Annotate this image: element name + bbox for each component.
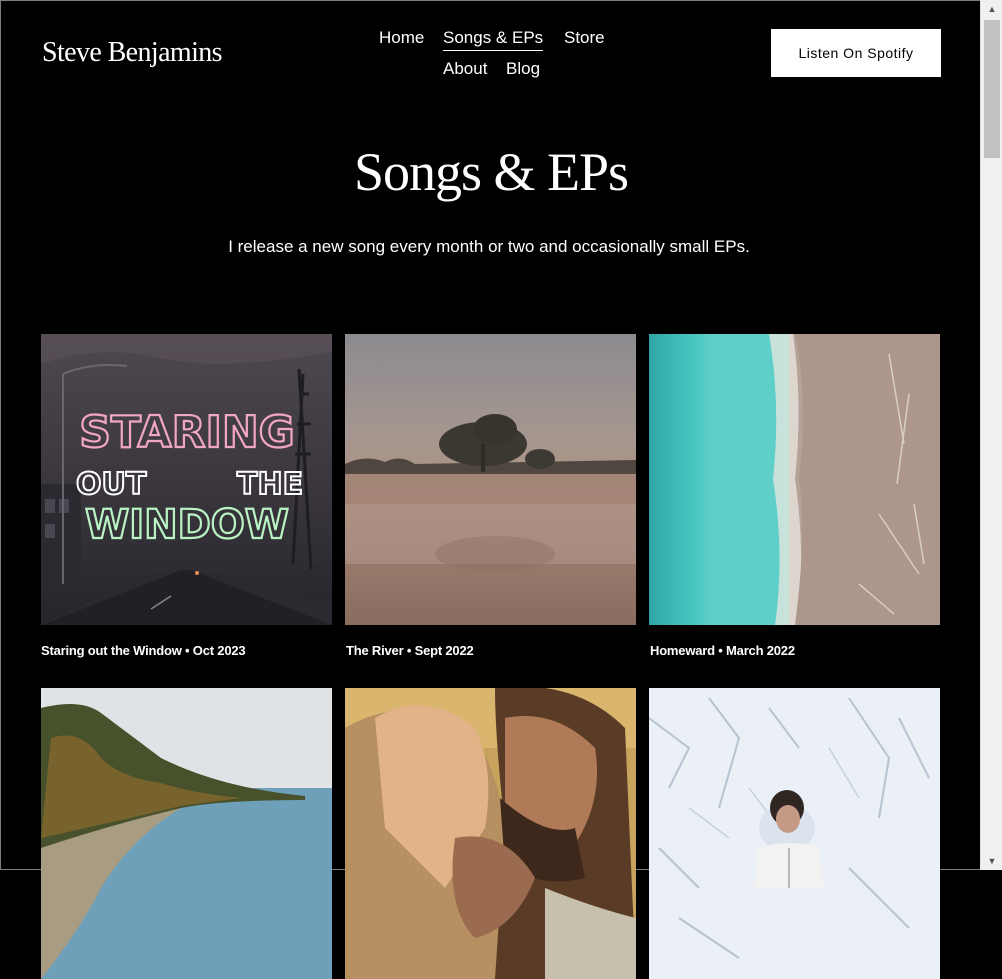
kiss-cover: [345, 688, 636, 979]
homeward-cover: [649, 334, 940, 625]
page-frame: Steve Benjamins Home Songs & EPs Store A…: [0, 0, 980, 979]
nav-item-about[interactable]: About: [443, 58, 487, 80]
release-card-lakeshore[interactable]: [41, 688, 332, 979]
triangle-up-icon[interactable]: ▲: [981, 0, 1002, 18]
release-caption[interactable]: Homeward • March 2022: [650, 643, 795, 658]
cover-text-window: WINDOW: [85, 502, 289, 548]
release-caption[interactable]: Staring out the Window • Oct 2023: [41, 643, 246, 658]
page-subtitle: I release a new song every month or two …: [228, 237, 750, 256]
page-title: Songs & EPs: [353, 142, 629, 202]
release-caption[interactable]: The River • Sept 2022: [346, 643, 474, 658]
scrollbar-thumb[interactable]: [984, 20, 1000, 158]
release-card-snow[interactable]: [649, 688, 940, 979]
triangle-down-icon[interactable]: ▼: [981, 852, 1002, 870]
release-card-staring-out-the-window[interactable]: STARING OUT THE WINDOW: [41, 334, 332, 625]
nav-item-store[interactable]: Store: [564, 27, 605, 49]
release-card-homeward[interactable]: [649, 334, 940, 625]
nav-item-blog[interactable]: Blog: [506, 58, 540, 80]
snow-cover: [649, 688, 940, 979]
release-card-the-river[interactable]: [345, 334, 636, 625]
listen-on-spotify-button[interactable]: Listen On Spotify: [771, 29, 941, 77]
cover-text-out: OUT: [76, 467, 147, 502]
page-scrollbar[interactable]: ▲ ▼: [980, 0, 1002, 870]
cover-text-staring: STARING: [79, 407, 295, 458]
cover-text-the: THE: [237, 467, 303, 502]
nav-item-songs-eps[interactable]: Songs & EPs: [443, 27, 544, 51]
the-river-cover: [345, 334, 636, 625]
staring-out-the-window-cover: STARING OUT THE WINDOW: [41, 334, 332, 625]
release-card-kiss[interactable]: [345, 688, 636, 979]
nav-item-home[interactable]: Home: [379, 27, 424, 49]
lakeshore-cover: [41, 688, 332, 979]
